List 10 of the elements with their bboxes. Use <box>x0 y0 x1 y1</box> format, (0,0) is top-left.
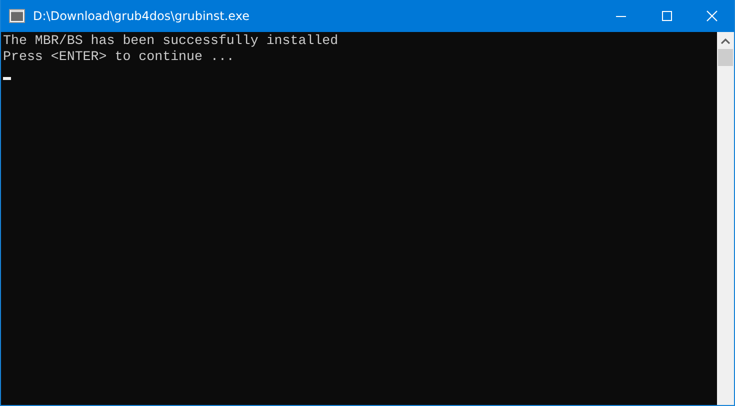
close-icon <box>706 10 718 22</box>
maximize-icon <box>661 10 673 22</box>
scrollbar[interactable] <box>717 32 734 405</box>
console-line: Press <ENTER> to continue ... <box>3 49 236 65</box>
console-line: The MBR/BS has been successfully installed <box>3 33 340 49</box>
window-title: D:\Download\grub4dos\grubinst.exe <box>33 9 250 23</box>
scroll-thumb[interactable] <box>718 49 733 66</box>
text-cursor <box>3 77 11 80</box>
caret-up-icon <box>721 38 730 44</box>
console-window-icon <box>9 9 25 23</box>
